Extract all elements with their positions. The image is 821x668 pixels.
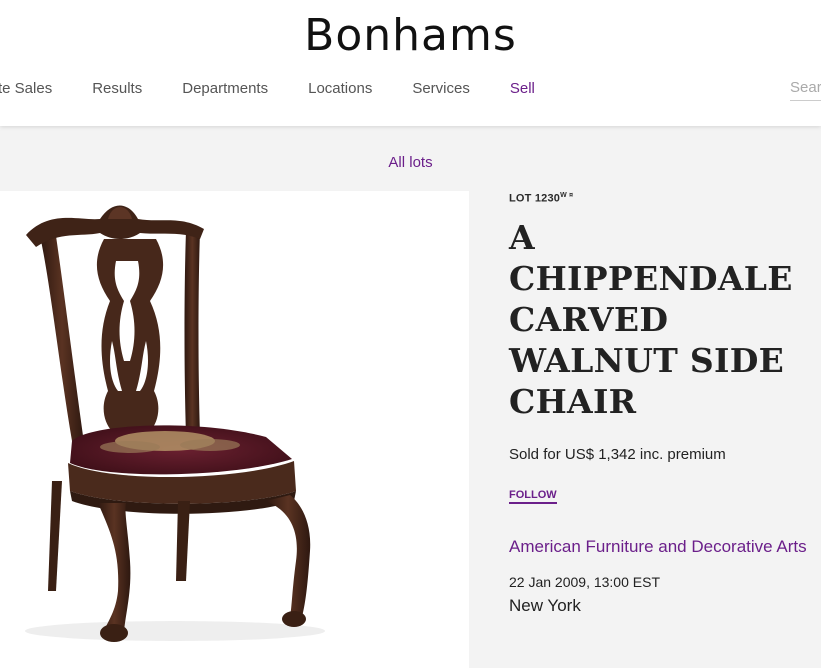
site-header: Bonhams te Sales Results Departments Loc… [0, 0, 821, 126]
nav-item-departments[interactable]: Departments [182, 80, 268, 102]
lot-symbols: W ¤ [560, 192, 574, 199]
lot-details: LOT 1230W ¤ A CHIPPENDALE CARVED WALNUT … [509, 192, 821, 616]
nav-item-sell[interactable]: Sell [510, 80, 535, 102]
lot-image[interactable] [0, 191, 469, 668]
nav-item-results[interactable]: Results [92, 80, 142, 102]
bonhams-logo[interactable]: Bonhams [0, 10, 821, 61]
sale-location: New York [509, 595, 581, 615]
sale-name-link[interactable]: American Furniture and Decorative Arts [509, 534, 821, 560]
all-lots-link[interactable]: All lots [0, 154, 821, 171]
search-input[interactable] [790, 79, 821, 101]
follow-button[interactable]: FOLLOW [509, 489, 557, 504]
sold-price: Sold for US$ 1,342 inc. premium [509, 445, 726, 463]
sale-date: 22 Jan 2009, 13:00 EST [509, 573, 660, 590]
lot-title: A CHIPPENDALE CARVED WALNUT SIDE CHAIR [509, 217, 793, 421]
lot-number-text: LOT 1230 [509, 192, 561, 205]
chair-image [25, 205, 325, 642]
nav-item-services[interactable]: Services [412, 80, 470, 102]
nav-item-private-sales[interactable]: te Sales [0, 80, 52, 102]
nav-item-locations[interactable]: Locations [308, 80, 372, 102]
main-nav: te Sales Results Departments Locations S… [0, 80, 575, 102]
lot-number: LOT 1230W ¤ [509, 192, 821, 205]
